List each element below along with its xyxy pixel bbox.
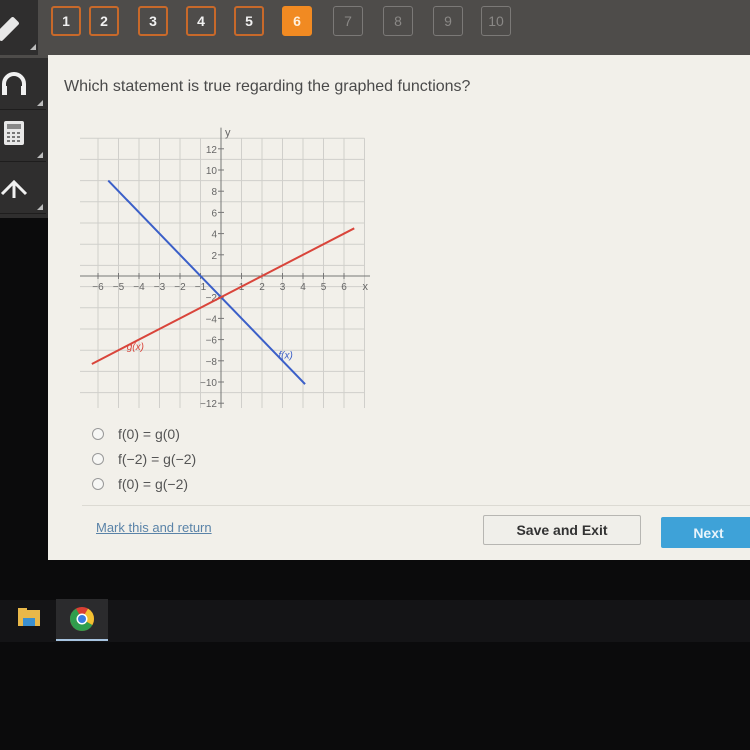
next-button[interactable]: Next — [661, 517, 750, 548]
question-6-button[interactable]: 6 — [282, 6, 312, 36]
footer-divider — [82, 505, 750, 506]
question-number: 3 — [149, 13, 157, 29]
graph-grid — [80, 137, 365, 408]
answer-option-3[interactable]: f(0) = g(−2) — [92, 471, 196, 496]
answer-choices: f(0) = g(0) f(−2) = g(−2) f(0) = g(−2) — [92, 421, 196, 496]
radio-button[interactable] — [92, 477, 104, 490]
question-text: Which statement is true regarding the gr… — [64, 78, 471, 95]
calculator-tool-button[interactable] — [0, 112, 46, 162]
question-4-button[interactable]: 4 — [186, 6, 216, 36]
y-axis-label: y — [225, 127, 231, 139]
headphones-tool-button[interactable] — [0, 60, 46, 110]
answer-label: f(0) = g(0) — [118, 425, 180, 442]
x-tick-label: −5 — [113, 282, 125, 293]
x-tick-label: 5 — [321, 282, 327, 293]
x-tick-label: −1 — [195, 282, 207, 293]
question-number: 5 — [245, 13, 253, 29]
y-tick-label: 6 — [211, 208, 217, 219]
question-number: 6 — [293, 13, 301, 29]
function-graph: −6−5−4−3−2−112345624681012−2−4−6−8−10−12… — [80, 127, 370, 408]
pencil-tool-button[interactable] — [0, 0, 38, 55]
question-number: 9 — [444, 13, 452, 29]
question-10-button: 10 — [481, 6, 511, 36]
question-5-button[interactable]: 5 — [234, 6, 264, 36]
answer-label: f(0) = g(−2) — [118, 475, 189, 492]
mark-and-return-link[interactable]: Mark this and return — [96, 520, 212, 535]
y-tick-label: −8 — [206, 357, 218, 368]
question-number: 7 — [344, 13, 352, 29]
expand-corner-icon — [37, 204, 43, 210]
file-explorer-icon[interactable] — [18, 608, 42, 628]
f-label: f(x) — [278, 351, 292, 362]
y-tick-label: 4 — [211, 230, 217, 241]
collapse-tool-button[interactable] — [0, 164, 46, 214]
question-7-button: 7 — [333, 6, 363, 36]
question-9-button: 9 — [433, 6, 463, 36]
question-number: 4 — [197, 13, 205, 29]
x-axis-label: x — [362, 281, 368, 293]
x-tick-label: 2 — [259, 282, 265, 293]
y-tick-label: 12 — [206, 145, 218, 156]
chrome-taskbar-button[interactable] — [56, 599, 108, 641]
graph-axes — [80, 127, 370, 408]
taskbar — [0, 600, 750, 642]
x-tick-label: −3 — [154, 282, 166, 293]
answer-label: f(−2) = g(−2) — [118, 450, 197, 467]
y-tick-label: −6 — [206, 336, 218, 347]
question-number: 1 — [62, 13, 70, 29]
x-tick-label: 3 — [280, 282, 286, 293]
y-tick-label: −12 — [200, 399, 217, 408]
answer-option-1[interactable]: f(0) = g(0) — [92, 421, 196, 446]
y-tick-label: 8 — [211, 187, 217, 198]
y-tick-label: 10 — [206, 166, 218, 177]
save-and-exit-button[interactable]: Save and Exit — [483, 515, 641, 545]
y-tick-label: −4 — [206, 314, 218, 325]
question-2-button[interactable]: 2 — [89, 6, 119, 36]
question-1-button[interactable]: 1 — [51, 6, 81, 36]
question-number: 10 — [488, 13, 504, 29]
radio-button[interactable] — [92, 427, 104, 440]
g-label: g(x) — [127, 342, 144, 353]
x-tick-label: 4 — [300, 282, 306, 293]
expand-corner-icon — [37, 152, 43, 158]
x-tick-label: −2 — [174, 282, 186, 293]
x-tick-label: −4 — [133, 282, 145, 293]
expand-corner-icon — [37, 100, 43, 106]
tool-sidebar — [0, 58, 48, 218]
question-number: 8 — [394, 13, 402, 29]
y-tick-label: 2 — [211, 251, 217, 262]
question-3-button[interactable]: 3 — [138, 6, 168, 36]
x-tick-label: 6 — [341, 282, 347, 293]
screen: 1 2 3 4 5 6 7 8 9 10 Which statement is … — [0, 0, 750, 750]
answer-option-2[interactable]: f(−2) = g(−2) — [92, 446, 196, 471]
pencil-icon — [0, 17, 36, 50]
question-number: 2 — [100, 13, 108, 29]
x-tick-label: −6 — [92, 282, 104, 293]
chrome-icon — [69, 607, 95, 632]
question-8-button: 8 — [383, 6, 413, 36]
y-tick-label: −10 — [200, 378, 217, 389]
radio-button[interactable] — [92, 452, 104, 465]
